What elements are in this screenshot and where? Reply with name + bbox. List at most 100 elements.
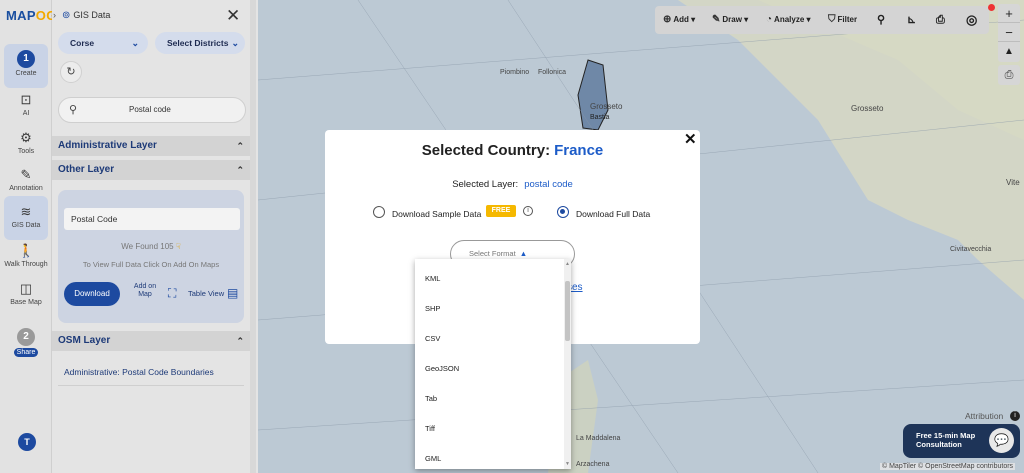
- selected-country: France: [554, 142, 604, 159]
- osm-layer-header[interactable]: OSM Layer ⌃: [52, 331, 250, 351]
- full-data-label[interactable]: Download Full Data: [576, 209, 650, 219]
- filter-icon: ⛉: [828, 14, 836, 25]
- pen-icon: ✎: [712, 14, 721, 25]
- selected-layer: Selected Layer: postal code: [452, 179, 573, 190]
- locate-icon[interactable]: ◎: [966, 6, 977, 34]
- add-on-map-button[interactable]: Add on Map: [128, 283, 162, 299]
- table-icon[interactable]: ▤: [227, 286, 238, 300]
- rail-item-walk-through[interactable]: 🚶 Walk Through: [4, 241, 48, 277]
- share-label: Share: [13, 348, 39, 357]
- compass-icon[interactable]: ▲: [998, 42, 1020, 61]
- logo[interactable]: MAPOG: [6, 8, 57, 23]
- other-layer-header[interactable]: Other Layer ⌃: [52, 160, 250, 180]
- region-dropdown[interactable]: Corse ⌄: [58, 32, 148, 54]
- attribution-label[interactable]: Attribution: [965, 411, 1003, 421]
- caret-up-icon: ▲: [519, 249, 528, 258]
- map-label-piombino: Piombino: [500, 69, 530, 76]
- hand-icon: ☟: [175, 242, 181, 251]
- map-copyright: © MapTiler © OpenStreetMap contributors: [880, 463, 1016, 470]
- format-option-gml[interactable]: GML: [415, 444, 563, 469]
- print-icon[interactable]: ⎙: [936, 6, 945, 34]
- full-data-radio[interactable]: [557, 206, 569, 218]
- measure-icon[interactable]: ⊾: [907, 6, 916, 34]
- ai-icon: ⊡: [20, 92, 32, 107]
- download-button[interactable]: Download: [64, 282, 120, 306]
- zoom-out-button[interactable]: −: [998, 23, 1020, 42]
- format-option-geojson[interactable]: GeoJSON: [415, 354, 563, 384]
- rail-item-share[interactable]: 2 Share: [4, 322, 48, 358]
- chevron-up-icon: ⌃: [236, 165, 244, 175]
- refresh-button[interactable]: ↻: [60, 61, 82, 83]
- zoom-controls: + − ▲: [998, 4, 1020, 62]
- map-label-bastia: Bastia: [590, 114, 610, 121]
- panel-scrollbar[interactable]: [250, 0, 256, 473]
- annotation-icon: ✎: [20, 167, 32, 182]
- draw-button[interactable]: ✎ Draw ▾: [712, 6, 748, 34]
- base-map-icon: ◫: [19, 281, 33, 296]
- add-button[interactable]: ⊕ Add ▾: [663, 6, 695, 34]
- step-2-badge: 2: [17, 328, 35, 346]
- sample-data-radio[interactable]: [373, 206, 385, 218]
- search-icon: ⚲: [69, 104, 78, 116]
- rail-label-create: Create: [15, 70, 37, 77]
- chat-icon[interactable]: 💬: [989, 428, 1014, 453]
- rail-item-create[interactable]: 1 Create: [4, 44, 48, 88]
- search-input[interactable]: ⚲ Postal code: [58, 97, 246, 123]
- divider: [58, 385, 244, 386]
- rail-item-gis-data[interactable]: ≋ GIS Data: [4, 196, 48, 240]
- refresh-icon: ↻: [66, 66, 76, 78]
- panel-header: › ⊚ GIS Data ✕: [52, 0, 258, 32]
- zoom-in-button[interactable]: +: [998, 4, 1020, 23]
- format-option-shp[interactable]: SHP: [415, 294, 563, 324]
- close-icon[interactable]: ✕: [226, 6, 240, 26]
- map-label-arzachena: Arzachena: [576, 461, 610, 468]
- chevron-up-icon: ⌃: [236, 141, 244, 151]
- full-data-hint: To View Full Data Click On Add On Maps: [82, 260, 220, 269]
- scroll-down-arrow-icon[interactable]: ▼: [564, 461, 571, 467]
- sample-data-label[interactable]: Download Sample Data: [392, 209, 481, 219]
- analyze-button[interactable]: ◔ Analyze ▾: [766, 6, 811, 34]
- map-label-follonica: Follonica: [538, 69, 567, 76]
- other-layer-card: Postal Code We Found 105 ☟ To View Full …: [58, 190, 244, 323]
- table-view-button[interactable]: Table View: [188, 289, 224, 298]
- scroll-up-arrow-icon[interactable]: ▲: [564, 261, 571, 267]
- districts-dropdown[interactable]: Select Districts ⌄: [155, 32, 245, 54]
- free-badge: FREE: [486, 205, 516, 217]
- map-label-civitavecchia: Civitavecchia: [950, 246, 992, 253]
- chevron-down-icon: ⌄: [231, 38, 239, 48]
- format-option-csv[interactable]: CSV: [415, 324, 563, 354]
- analyze-icon: ◔: [766, 14, 773, 25]
- found-count-text: We Found 105 ☟: [121, 242, 181, 251]
- format-option-kml[interactable]: KML: [415, 264, 563, 294]
- printer-icon: ⎙: [1004, 69, 1014, 81]
- modal-title: Selected Country: France: [421, 142, 604, 159]
- osm-layer-item[interactable]: Administrative: Postal Code Boundaries: [64, 367, 214, 377]
- filter-button[interactable]: ⛉ Filter: [828, 6, 857, 34]
- format-option-tiff[interactable]: Tiff: [415, 414, 563, 444]
- print-map-button[interactable]: ⎙: [998, 65, 1020, 85]
- map-toolbar: ⊕ Add ▾ ✎ Draw ▾ ◔ Analyze ▾ ⛉ Filter ⚲ ⊾ ⎙ …: [655, 6, 989, 34]
- tools-icon: ⚙: [20, 130, 32, 145]
- map-label-viterbo: Vite: [1006, 178, 1020, 187]
- info-icon[interactable]: i: [1010, 411, 1020, 421]
- chevron-up-icon: ⌃: [236, 336, 244, 346]
- administrative-layer-header[interactable]: Administrative Layer ⌃: [52, 136, 250, 156]
- gis-icon: ⊚: [62, 10, 71, 21]
- search-icon[interactable]: ⚲: [877, 6, 885, 34]
- info-icon[interactable]: i: [523, 206, 533, 216]
- rail-item-base-map[interactable]: ◫ Base Map: [4, 279, 48, 315]
- dropdown-scroll-thumb[interactable]: [565, 281, 570, 341]
- avatar[interactable]: T: [18, 433, 36, 451]
- step-1-badge: 1: [17, 50, 35, 68]
- collapse-chevron-icon[interactable]: ›: [53, 10, 56, 20]
- layer-name-field[interactable]: Postal Code: [64, 208, 240, 230]
- format-option-tab[interactable]: Tab: [415, 384, 563, 414]
- map-label-grosseto: Grosseto: [851, 104, 884, 113]
- map-label-grosseto: Grosseto: [590, 102, 623, 111]
- consultation-banner[interactable]: Free 15-min Map Consultation 💬: [903, 424, 1020, 458]
- rail-item-ai[interactable]: ⊡ AI: [4, 90, 48, 126]
- rail-item-tools[interactable]: ⚙ Tools: [4, 128, 48, 164]
- format-dropdown-list[interactable]: KML SHP CSV GeoJSON Tab Tiff GML ▲ ▼: [415, 259, 571, 469]
- add-map-icon[interactable]: ⛶: [168, 286, 176, 301]
- database-icon: ≋: [20, 204, 32, 219]
